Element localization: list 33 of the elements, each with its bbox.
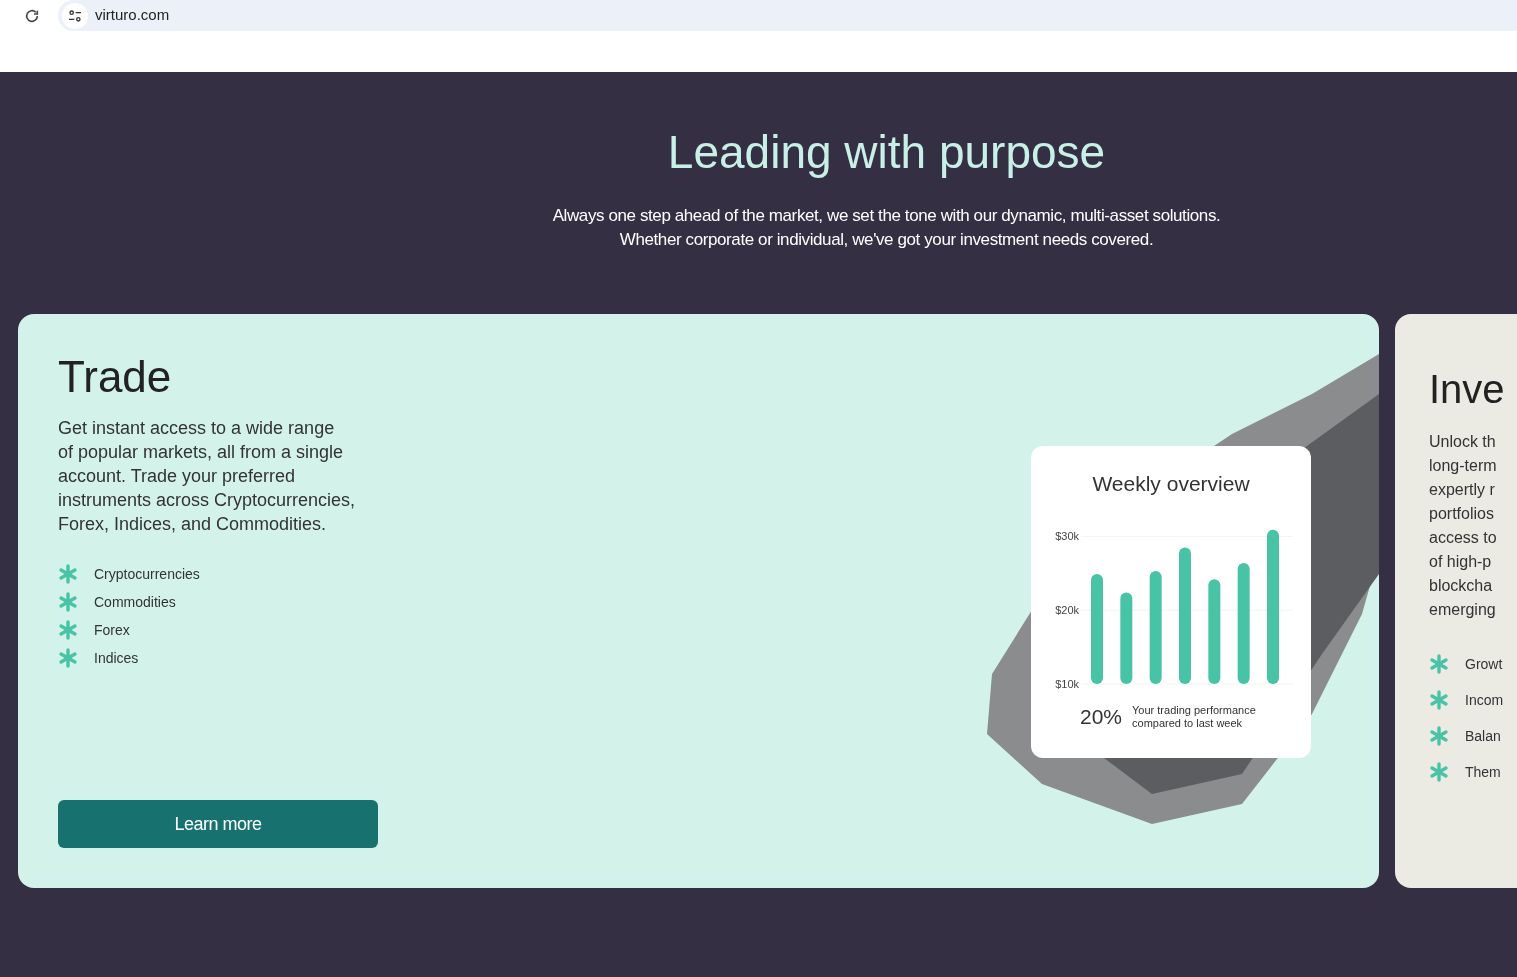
- card-description: Get instant access to a wide range of popular markets, all from a single account. Trade your preferred instruments across Cryptocurrencies, Forex, Indices, and Commodities.: [58, 417, 356, 536]
- axis-label: $20k: [1055, 604, 1079, 617]
- asterisk-icon: [58, 592, 78, 612]
- card-title: Inve: [1429, 366, 1506, 413]
- feature-item: Cryptocurrencies: [94, 564, 200, 584]
- chart-title: Weekly overview: [1091, 471, 1251, 497]
- asterisk-icon: [1429, 762, 1449, 782]
- site-settings-icon[interactable]: [62, 2, 88, 29]
- asterisk-icon: [1429, 654, 1449, 674]
- asterisk-icon: [58, 648, 78, 668]
- feature-item: Incom: [1465, 690, 1504, 710]
- learn-more-button[interactable]: Learn more: [58, 800, 378, 848]
- hero-subtitle: Always one step ahead of the market, we set the tone with our dynamic, multi-asset solutions. Whether corporate or individual, we've got your investment needs covered.: [551, 205, 1222, 251]
- hero-title: Leading with purpose: [667, 126, 1106, 178]
- asterisk-icon: [58, 620, 78, 640]
- card-title: Trade: [58, 352, 173, 402]
- url-text: virturo.com: [95, 5, 170, 26]
- axis-label: $10k: [1055, 678, 1079, 690]
- feature-item: Forex: [94, 620, 130, 640]
- address-bar[interactable]: virturo.com: [58, 0, 1517, 31]
- asterisk-icon: [1429, 690, 1449, 710]
- chart-caption: Your trading performance compared to last week: [1132, 703, 1256, 730]
- reload-icon[interactable]: [24, 7, 40, 24]
- percent-value: 20%: [1080, 704, 1123, 730]
- feature-item: Growt: [1465, 654, 1503, 674]
- asterisk-icon: [1429, 726, 1449, 746]
- feature-item: Commodities: [94, 592, 176, 612]
- feature-item: Them: [1465, 762, 1501, 782]
- card-description: Unlock th long-term expertly r portfolios access to of high-p blockcha emerging: [1429, 432, 1498, 620]
- feature-item: Indices: [94, 648, 139, 668]
- asterisk-icon: [58, 564, 78, 584]
- axis-label: $30k: [1055, 530, 1079, 543]
- feature-item: Balan: [1465, 726, 1501, 746]
